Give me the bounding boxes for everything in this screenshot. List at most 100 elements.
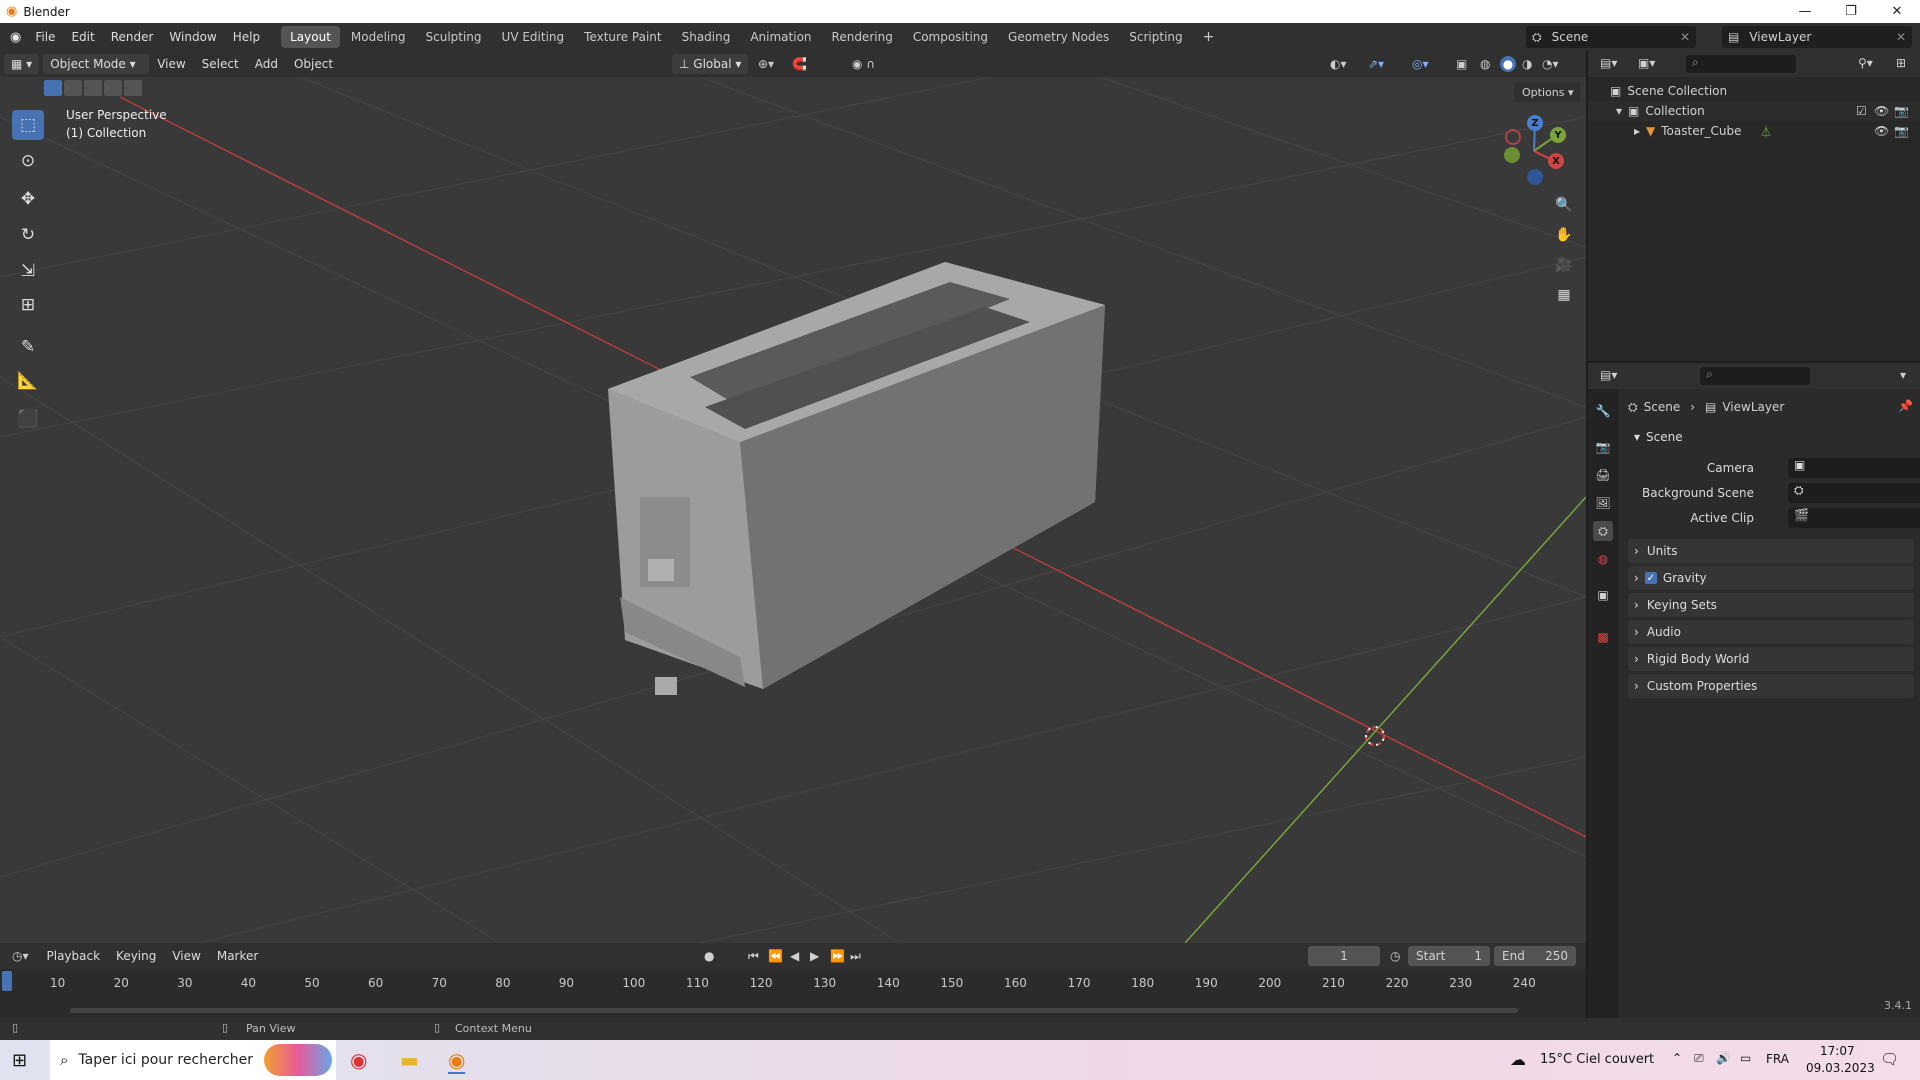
prev-keyframe-icon[interactable]: ⏪ <box>768 949 783 963</box>
menu-render[interactable]: Render <box>103 23 162 51</box>
filter-icon[interactable]: ⚲▾ <box>1858 56 1873 70</box>
render-properties-icon[interactable]: 📷 <box>1593 437 1613 457</box>
tool-properties-icon[interactable]: 🔧 <box>1593 401 1613 421</box>
scene-panel-header[interactable]: ▾ Scene <box>1628 425 1914 449</box>
zoom-icon[interactable]: 🔍 <box>1552 193 1576 217</box>
record-icon[interactable]: ● <box>704 949 714 963</box>
restore-button[interactable]: ❐ <box>1828 0 1874 23</box>
camera-field[interactable]: ▣✒ <box>1788 458 1920 478</box>
tab-geometry-nodes[interactable]: Geometry Nodes <box>999 26 1118 48</box>
view-layer-selector[interactable]: ▤ ViewLayer ✕ <box>1722 26 1912 48</box>
world-properties-icon[interactable]: ◍ <box>1593 549 1613 569</box>
shading-wireframe-icon[interactable]: ◍ <box>1480 57 1490 71</box>
outliner-editor-icon[interactable]: ▤▾ <box>1600 56 1617 70</box>
timeline-menu-playback[interactable]: Playback <box>39 942 109 970</box>
jump-end-icon[interactable]: ⏭ <box>850 949 861 964</box>
view-layer-properties-icon[interactable]: 🖼 <box>1593 493 1613 513</box>
close-button[interactable]: ✕ <box>1874 0 1920 23</box>
scale-tool-icon[interactable]: ⇲ <box>12 256 44 286</box>
toaster-cube-row[interactable]: ▸ ▼ Toaster_Cube ⏃ 👁 📷 <box>1588 121 1920 141</box>
clock-time[interactable]: 17:07 <box>1820 1044 1855 1058</box>
pin-icon[interactable]: 📌 <box>1898 399 1913 413</box>
scene-collection-row[interactable]: ▣ Scene Collection <box>1610 81 1727 101</box>
file-explorer-icon[interactable]: ▬ <box>400 1048 419 1072</box>
annotate-tool-icon[interactable]: ✎ <box>12 332 44 362</box>
active-clip-field[interactable]: 🎬 <box>1788 508 1920 528</box>
mesh-data-icon[interactable]: ⏃ <box>1760 123 1772 140</box>
language-indicator[interactable]: FRA <box>1766 1052 1789 1066</box>
outliner-search-input[interactable]: ⌕ <box>1686 55 1796 73</box>
select-invert-icon[interactable] <box>104 80 122 96</box>
jump-start-icon[interactable]: ⏮ <box>748 949 759 964</box>
timeline-menu-view[interactable]: View <box>164 942 208 970</box>
timeline-scrollbar[interactable] <box>70 1008 1518 1013</box>
select-new-icon[interactable] <box>44 80 62 96</box>
new-collection-icon[interactable]: ⊞ <box>1896 56 1906 70</box>
close-icon[interactable]: ✕ <box>1680 30 1690 44</box>
taskbar-search-input[interactable]: ⌕ Taper ici pour rechercher <box>50 1040 336 1080</box>
custom-properties-panel[interactable]: › Custom Properties <box>1628 674 1914 698</box>
blender-taskbar-icon[interactable]: ◉ <box>448 1048 466 1074</box>
rotate-tool-icon[interactable]: ↻ <box>12 220 44 250</box>
notifications-icon[interactable]: 🗨 <box>1880 1050 1899 1068</box>
tab-animation[interactable]: Animation <box>741 26 820 48</box>
camera-view-icon[interactable]: 🎥 <box>1552 253 1576 277</box>
tab-scripting[interactable]: Scripting <box>1120 26 1191 48</box>
eye-icon[interactable]: 👁 <box>1874 104 1889 118</box>
units-panel[interactable]: › Units <box>1628 539 1914 563</box>
overlay-toggle-icon[interactable]: ◎▾ <box>1412 57 1429 71</box>
viewport-menu-add[interactable]: Add <box>247 50 286 78</box>
pan-hand-icon[interactable]: ✋ <box>1552 223 1576 247</box>
tab-sculpting[interactable]: Sculpting <box>417 26 491 48</box>
gizmo-z[interactable]: Z <box>1527 115 1543 131</box>
expand-arrow-icon[interactable]: ▾ <box>1616 104 1622 118</box>
scene-selector[interactable]: ⛭ Scene ✕ <box>1526 26 1696 48</box>
shading-rendered-icon[interactable]: ◔▾ <box>1542 57 1559 71</box>
render-camera-icon[interactable]: 📷 <box>1894 124 1909 138</box>
menu-edit[interactable]: Edit <box>63 23 102 51</box>
gizmo-x[interactable]: X <box>1548 153 1564 169</box>
start-frame-field[interactable]: Start 1 <box>1408 946 1490 966</box>
rigid-body-world-panel[interactable]: › Rigid Body World <box>1628 647 1914 671</box>
output-properties-icon[interactable]: 🖨 <box>1593 465 1613 485</box>
next-keyframe-icon[interactable]: ⏩ <box>830 949 845 963</box>
gravity-panel[interactable]: › ✓ Gravity <box>1628 566 1914 590</box>
windows-start-icon[interactable]: ⊞ <box>12 1050 27 1071</box>
playhead[interactable] <box>2 971 12 991</box>
3d-viewport[interactable]: User Perspective (1) Collection Options … <box>0 77 1586 943</box>
gizmo-toggle-icon[interactable]: ⇗▾ <box>1368 57 1384 71</box>
collection-properties-icon[interactable]: ▣ <box>1593 585 1613 605</box>
pivot-icon[interactable]: ⊕▾ <box>758 57 774 71</box>
gizmo-y[interactable]: Y <box>1550 127 1566 143</box>
play-reverse-icon[interactable]: ◀ <box>790 949 799 963</box>
menu-window[interactable]: Window <box>161 23 224 51</box>
perspective-toggle-icon[interactable]: ▦ <box>1552 283 1576 307</box>
tab-uv-editing[interactable]: UV Editing <box>493 26 574 48</box>
gizmo-neg-z[interactable] <box>1527 169 1543 185</box>
end-frame-field[interactable]: End 250 <box>1494 946 1576 966</box>
current-frame-field[interactable]: 1 <box>1308 946 1380 966</box>
keying-sets-panel[interactable]: › Keying Sets <box>1628 593 1914 617</box>
xray-icon[interactable]: ▣ <box>1456 57 1467 71</box>
play-icon[interactable]: ▶ <box>810 949 819 963</box>
add-cube-tool-icon[interactable]: ⬛ <box>12 404 44 434</box>
select-extend-icon[interactable] <box>64 80 82 96</box>
chevron-up-icon[interactable]: ⌃ <box>1672 1051 1682 1065</box>
cursor-tool-icon[interactable]: ⊙ <box>12 146 44 176</box>
shading-material-icon[interactable]: ◑ <box>1522 57 1532 71</box>
gizmo-neg-x[interactable] <box>1505 129 1521 145</box>
timeline-menu-keying[interactable]: Keying <box>108 942 164 970</box>
toaster-cube-mesh[interactable] <box>608 262 1105 695</box>
minimize-button[interactable]: — <box>1782 0 1828 23</box>
options-dropdown[interactable]: Options ▾ <box>1514 82 1582 102</box>
transform-orientation-dropdown[interactable]: ⊥ Global ▾ <box>672 54 749 74</box>
chevron-down-icon[interactable]: ▾ <box>1900 368 1906 382</box>
background-scene-field[interactable]: ⛭ <box>1788 483 1920 503</box>
render-camera-icon[interactable]: 📷 <box>1894 104 1909 118</box>
viewport-menu-view[interactable]: View <box>149 50 193 78</box>
tab-rendering[interactable]: Rendering <box>823 26 902 48</box>
move-tool-icon[interactable]: ✥ <box>12 184 44 214</box>
editor-type-icon[interactable]: ▦ ▾ <box>4 54 40 74</box>
properties-editor-icon[interactable]: ▤▾ <box>1600 368 1617 382</box>
expand-arrow-icon[interactable]: ▸ <box>1634 124 1640 138</box>
